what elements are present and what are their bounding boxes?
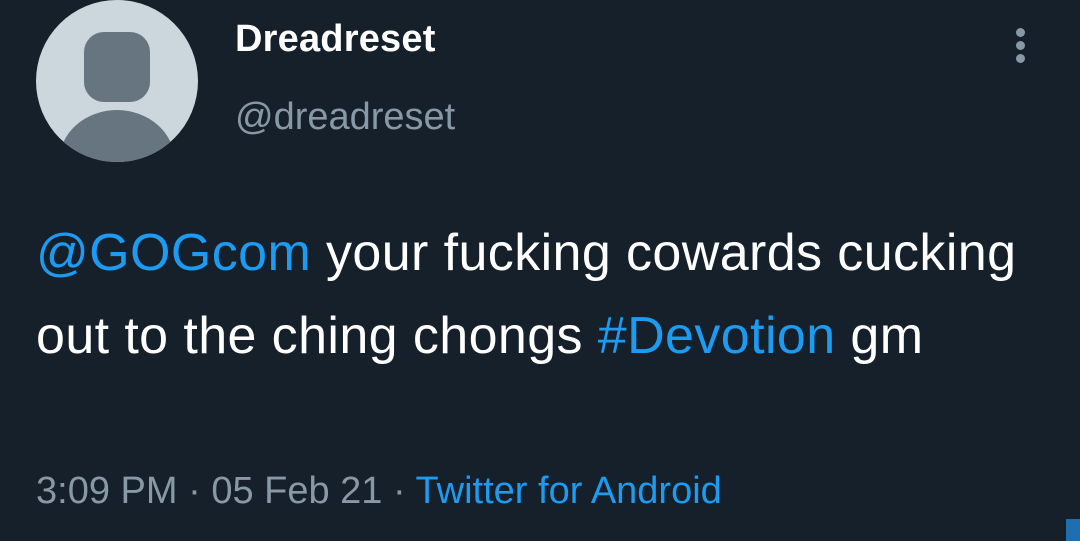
avatar[interactable] [36,0,198,162]
tweet-meta: 3:09 PM · 05 Feb 21 · Twitter for Androi… [36,470,722,513]
display-name[interactable]: Dreadreset [235,18,436,61]
tweet-time: 3:09 PM [36,470,178,512]
meta-separator: · [177,470,212,512]
user-handle[interactable]: @dreadreset [235,96,455,139]
tweet-source-link[interactable]: Twitter for Android [416,470,722,512]
tweet-text-part: gm [835,307,924,365]
default-avatar-icon [59,32,175,162]
tweet-card: Dreadreset @dreadreset @GOGcom your fuck… [0,0,1080,541]
more-options-button[interactable] [1004,24,1038,68]
tweet-date: 05 Feb 21 [211,470,383,512]
scroll-indicator [1066,519,1080,541]
tweet-text: @GOGcom your fucking cowards cucking out… [36,212,1066,378]
hashtag-link[interactable]: #Devotion [598,307,836,365]
meta-separator: · [382,470,416,512]
mention-link[interactable]: @GOGcom [36,224,311,282]
